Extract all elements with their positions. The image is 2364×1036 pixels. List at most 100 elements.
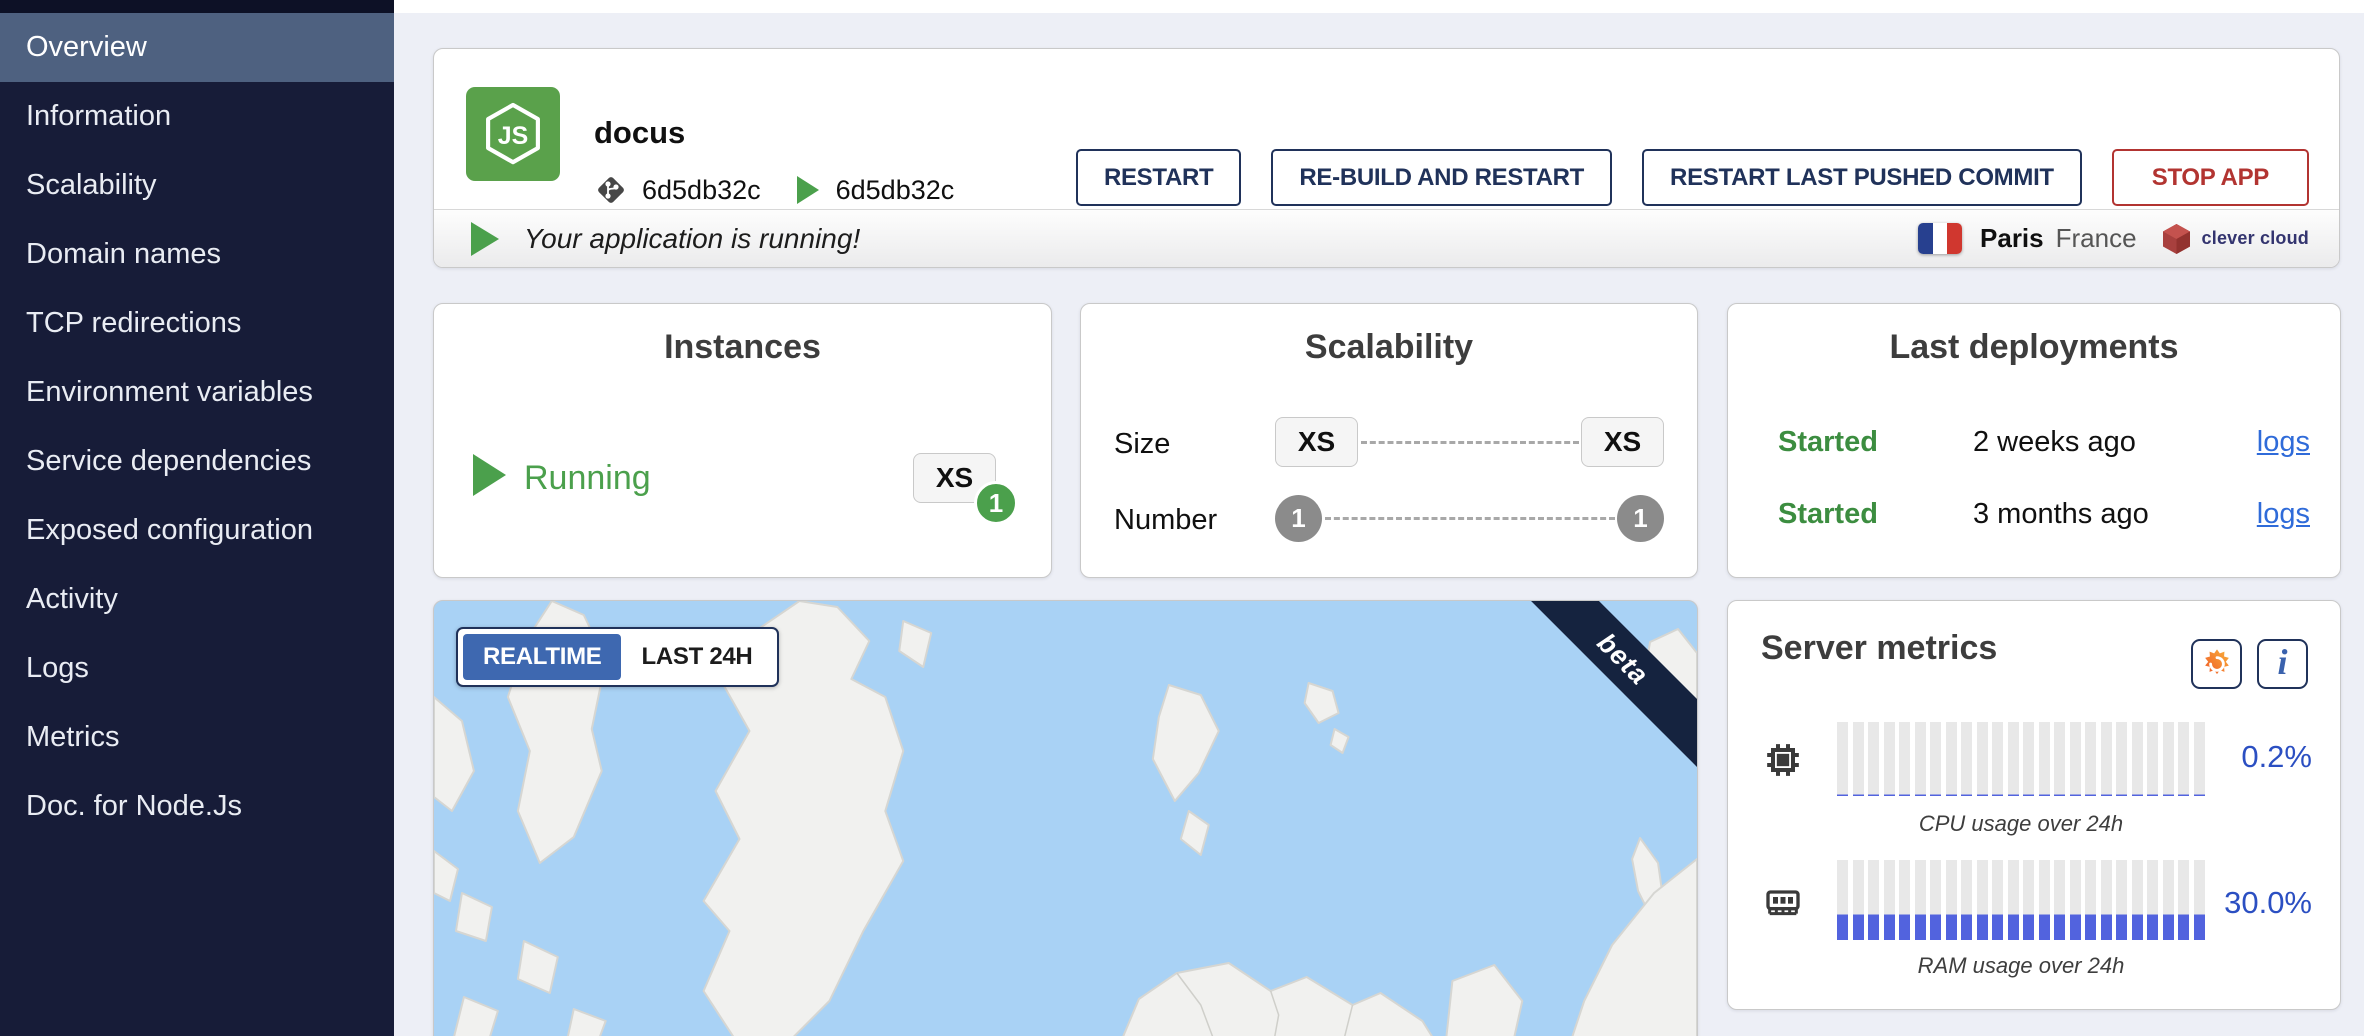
cpu-bar [2023,722,2034,796]
ram-bar [2163,860,2174,940]
sidebar-item-exposed-configuration[interactable]: Exposed configuration [0,496,394,565]
deployments-title: Last deployments [1728,328,2340,367]
cpu-bar [2101,722,2112,796]
sidebar-item-activity[interactable]: Activity [0,565,394,634]
last-deployments-card: Last deployments Started 2 weeks ago log… [1727,303,2341,578]
cpu-bar [1946,722,1957,796]
cpu-bar [2054,722,2065,796]
rebuild-and-restart-button[interactable]: RE-BUILD AND RESTART [1271,149,1612,206]
sidebar-item-information[interactable]: Information [0,82,394,151]
metrics-info-button[interactable]: i [2257,639,2308,689]
scalability-title: Scalability [1081,328,1697,367]
cpu-bar [2147,722,2158,796]
cpu-icon [1763,740,1803,780]
ram-bar [2039,860,2050,940]
sidebar-nav: OverviewInformationScalabilityDomain nam… [0,13,394,841]
cpu-bar [1884,722,1895,796]
cpu-bar [1853,722,1864,796]
topbar-edge [394,0,2364,13]
number-range-line [1325,517,1615,520]
sidebar-item-service-dependencies[interactable]: Service dependencies [0,427,394,496]
app-name: docus [594,115,685,151]
sidebar-item-doc-for-node-js[interactable]: Doc. for Node.Js [0,772,394,841]
cpu-bar [1837,722,1848,796]
scalability-card: Scalability Size XS XS Number 1 1 [1080,303,1698,578]
running-play-icon [473,454,506,496]
sidebar-item-environment-variables[interactable]: Environment variables [0,358,394,427]
cpu-bar [2085,722,2096,796]
info-icon: i [2277,644,2287,680]
deployment-state: Started [1778,426,1878,459]
number-min-badge: 1 [1275,495,1322,542]
status-bar: Your application is running! Paris Franc… [434,209,2339,267]
cpu-usage-caption: CPU usage over 24h [1837,811,2205,837]
ram-bar [1946,860,1957,940]
ram-bar [2008,860,2019,940]
tab-last-24h[interactable]: LAST 24H [621,634,772,680]
running-commit-icon [797,176,822,204]
instances-card: Instances Running XS 1 [433,303,1052,578]
ram-bar [2132,860,2143,940]
ram-bar [2023,860,2034,940]
metrics-actions: i [2191,639,2308,689]
sidebar-item-scalability[interactable]: Scalability [0,151,394,220]
size-max-badge: XS [1581,417,1664,467]
ram-usage-caption: RAM usage over 24h [1837,953,2205,979]
ram-bar [1884,860,1895,940]
deployment-logs-link[interactable]: logs [2257,498,2310,531]
cpu-bar [2008,722,2019,796]
deployment-logs-link[interactable]: logs [2257,426,2310,459]
sidebar-item-metrics[interactable]: Metrics [0,703,394,772]
sidebar-item-logs[interactable]: Logs [0,634,394,703]
ram-bar [2070,860,2081,940]
ram-bar [2147,860,2158,940]
restart-last-pushed-commit-button[interactable]: RESTART LAST PUSHED COMMIT [1642,149,2082,206]
app-header-card: JS docus 6d5db32c 6d5db32c RESTART RE-BU… [433,48,2340,268]
ram-bar [1977,860,1988,940]
ram-bar [2085,860,2096,940]
clever-cloud-logo [2163,224,2190,254]
running-commit-hash: 6d5db32c [836,175,955,206]
ram-bar [2116,860,2127,940]
ram-bar [1992,860,2003,940]
deployment-time: 3 months ago [1973,498,2149,531]
ram-bar [2054,860,2065,940]
sidebar-item-overview[interactable]: Overview [0,13,394,82]
ram-bar [1961,860,1972,940]
instance-state: Running [524,459,651,498]
size-label: Size [1114,428,1170,461]
app-actions: RESTART RE-BUILD AND RESTART RESTART LAS… [1076,149,2309,206]
access-map-card[interactable]: REALTIME LAST 24H beta [433,600,1698,1036]
ram-usage-value: 30.0% [2224,885,2312,921]
server-metrics-card: Server metrics i 0 [1727,600,2341,1010]
cpu-bar [1868,722,1879,796]
cpu-bar [2070,722,2081,796]
cpu-bar [1899,722,1910,796]
tab-realtime[interactable]: REALTIME [463,634,621,680]
ram-bar [2178,860,2189,940]
cpu-bar [2178,722,2189,796]
map-mode-toggle: REALTIME LAST 24H [456,627,779,687]
number-max-badge: 1 [1617,495,1664,542]
cpu-bar [1930,722,1941,796]
svg-text:JS: JS [498,122,528,150]
grafana-button[interactable] [2191,639,2242,689]
ram-bar [1915,860,1926,940]
cpu-bar [2194,722,2205,796]
deployment-state: Started [1778,498,1878,531]
size-range-line [1361,441,1579,444]
ram-bar [1899,860,1910,940]
git-commit-icon [594,173,628,207]
sidebar-item-domain-names[interactable]: Domain names [0,220,394,289]
sidebar-item-tcp-redirections[interactable]: TCP redirections [0,289,394,358]
cpu-bar [1977,722,1988,796]
cpu-usage-bars [1837,722,2205,796]
size-min-badge: XS [1275,417,1358,467]
ram-bar [1853,860,1864,940]
deployment-row: Started 3 months ago logs [1728,498,2340,534]
cpu-bar [2039,722,2050,796]
zone-city: Paris [1980,223,2044,254]
restart-button[interactable]: RESTART [1076,149,1241,206]
server-metrics-title: Server metrics [1761,629,1997,668]
stop-app-button[interactable]: STOP APP [2112,149,2309,206]
